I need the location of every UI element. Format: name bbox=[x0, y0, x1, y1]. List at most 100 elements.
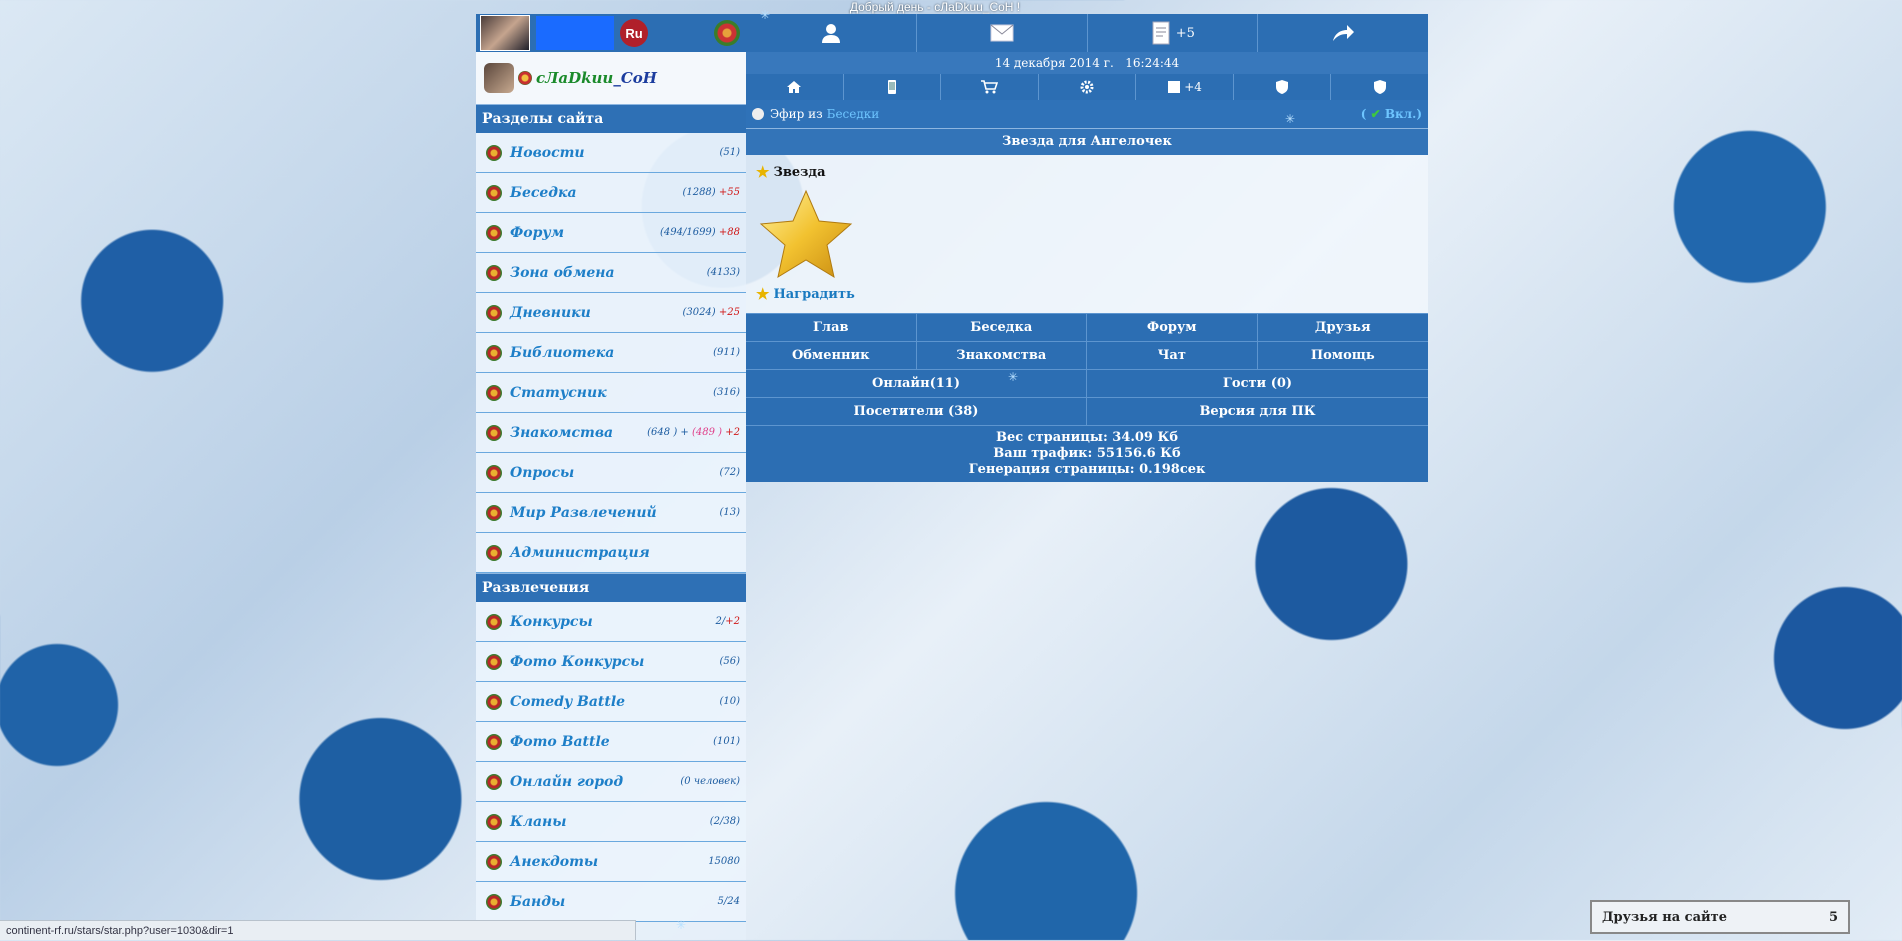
fun-label[interactable]: Фото Battle bbox=[510, 734, 610, 750]
list-item[interactable]: Банды 5/24 bbox=[476, 882, 746, 922]
list-item[interactable]: Дневники (3024) +25 bbox=[476, 293, 746, 333]
section-count: (494/1699) +88 bbox=[660, 227, 740, 238]
count-value: (911) bbox=[713, 347, 740, 358]
mail-button[interactable] bbox=[917, 14, 1088, 52]
list-item[interactable]: Беседка (1288) +55 bbox=[476, 173, 746, 213]
fun-label[interactable]: Анекдоты bbox=[510, 854, 598, 870]
air-link[interactable]: Беседки bbox=[827, 107, 880, 121]
fun-count: (2/38) bbox=[709, 816, 740, 827]
flower-icon bbox=[486, 813, 502, 830]
fun-label[interactable]: Онлайн город bbox=[510, 774, 623, 790]
nav-forum[interactable]: Форум bbox=[1087, 313, 1258, 341]
main-content: +5 14 декабря 2014 г. 16:24:44 +4 Эфир и… bbox=[746, 14, 1428, 482]
mail-count: +5 bbox=[1175, 25, 1195, 41]
fun-label[interactable]: Банды bbox=[510, 894, 565, 910]
fun-label[interactable]: Comedy Battle bbox=[510, 694, 625, 710]
air-toggle[interactable]: ( ✔ Вкл.) bbox=[1361, 107, 1422, 121]
flower-icon bbox=[486, 773, 502, 790]
sections-list: Новости (51) Беседка (1288) +55 Форум (494/… bbox=[476, 133, 746, 573]
shop-button[interactable] bbox=[941, 74, 1039, 100]
section-label[interactable]: Знакомства bbox=[510, 425, 613, 441]
avatar[interactable] bbox=[480, 15, 530, 51]
flower-icon bbox=[486, 424, 502, 441]
section-label[interactable]: Форум bbox=[510, 225, 564, 241]
count-value: (13) bbox=[719, 507, 740, 518]
nav-friends[interactable]: Друзья bbox=[1257, 313, 1428, 341]
mini-avatar[interactable] bbox=[484, 63, 514, 93]
reward-link[interactable]: ★ Наградить bbox=[756, 285, 855, 303]
count-value: (1288) bbox=[682, 187, 716, 198]
section-label[interactable]: Новости bbox=[510, 145, 585, 161]
section-count: (648 ) + (489 ) +2 bbox=[647, 427, 740, 438]
section-label[interactable]: Мир Развлечений bbox=[510, 505, 657, 521]
section-label[interactable]: Дневники bbox=[510, 305, 591, 321]
list-item[interactable]: Фото Конкурсы (56) bbox=[476, 642, 746, 682]
bouquet-icon[interactable] bbox=[714, 20, 740, 46]
big-star-icon bbox=[759, 189, 853, 279]
friends-online-widget[interactable]: Друзья на сайте 5 bbox=[1590, 900, 1850, 934]
fun-label[interactable]: Кланы bbox=[510, 814, 567, 830]
ru-badge-icon[interactable]: Ru bbox=[620, 19, 648, 47]
nav-exchange[interactable]: Обменник bbox=[746, 341, 917, 369]
nav-home[interactable]: Глав bbox=[746, 313, 917, 341]
list-item[interactable]: Опросы (72) bbox=[476, 453, 746, 493]
phone-button[interactable] bbox=[844, 74, 942, 100]
list-item[interactable]: Библиотека (911) bbox=[476, 333, 746, 373]
flower-icon bbox=[486, 693, 502, 710]
list-item[interactable]: Администрация bbox=[476, 533, 746, 573]
nav-online[interactable]: Онлайн(11) bbox=[746, 369, 1087, 397]
nav-dating[interactable]: Знакомства bbox=[916, 341, 1087, 369]
section-label[interactable]: Зона обмена bbox=[510, 265, 615, 281]
nav-help[interactable]: Помощь bbox=[1257, 341, 1428, 369]
section-label[interactable]: Беседка bbox=[510, 185, 577, 201]
nav-guests[interactable]: Гости (0) bbox=[1087, 369, 1428, 397]
notes-button[interactable]: +5 bbox=[1088, 14, 1259, 52]
list-item[interactable]: Анекдоты 15080 bbox=[476, 842, 746, 882]
section-label[interactable]: Библиотека bbox=[510, 345, 614, 361]
admin-shield-button[interactable] bbox=[1331, 74, 1428, 100]
profile-row[interactable]: cЛaDkuu_CoH bbox=[476, 52, 746, 104]
list-item[interactable]: Comedy Battle (10) bbox=[476, 682, 746, 722]
notes-count-button[interactable]: +4 bbox=[1136, 74, 1234, 100]
flower-icon bbox=[486, 733, 502, 750]
flower-icon bbox=[486, 853, 502, 870]
list-item[interactable]: Кланы (2/38) bbox=[476, 802, 746, 842]
fun-label[interactable]: Фото Конкурсы bbox=[510, 654, 644, 670]
profile-button[interactable] bbox=[746, 14, 917, 52]
username[interactable]: cЛaDkuu_CoH bbox=[536, 69, 657, 87]
shield-icon bbox=[1373, 80, 1386, 94]
home-button[interactable] bbox=[746, 74, 844, 100]
list-item[interactable]: Онлайн город (0 человек) bbox=[476, 762, 746, 802]
fun-label[interactable]: Конкурсы bbox=[510, 614, 593, 630]
check-icon: ✔ bbox=[1370, 107, 1381, 121]
section-label[interactable]: Опросы bbox=[510, 465, 574, 481]
air-prefix: Эфир из bbox=[770, 107, 823, 121]
user-banner[interactable] bbox=[536, 16, 614, 50]
nav-chatroom[interactable]: Чат bbox=[1087, 341, 1258, 369]
greeting-text: Добрый день - cЛaDkuu_CoH ! bbox=[849, 0, 1021, 14]
stat-traffic: Ваш трафик: 55156.6 Кб bbox=[993, 446, 1181, 461]
section-label[interactable]: Статусник bbox=[510, 385, 607, 401]
snowflake-icon: ✳ bbox=[760, 8, 771, 22]
flower-icon bbox=[486, 144, 502, 161]
shield-button[interactable] bbox=[1234, 74, 1332, 100]
nav-chat[interactable]: Беседка bbox=[916, 313, 1087, 341]
list-item[interactable]: Фото Battle (101) bbox=[476, 722, 746, 762]
nav-pc-version[interactable]: Версия для ПК bbox=[1087, 397, 1428, 425]
time-text: 16:24:44 bbox=[1125, 56, 1180, 70]
share-button[interactable] bbox=[1258, 14, 1428, 52]
settings-button[interactable] bbox=[1039, 74, 1137, 100]
list-item[interactable]: Статусник (316) bbox=[476, 373, 746, 413]
star-heading: ★ Звезда bbox=[756, 163, 826, 181]
list-item[interactable]: Форум (494/1699) +88 bbox=[476, 213, 746, 253]
nav-visitors[interactable]: Посетители (38) bbox=[746, 397, 1087, 425]
list-item[interactable]: Мир Развлечений (13) bbox=[476, 493, 746, 533]
count-value: (494/1699) bbox=[659, 227, 716, 238]
section-count: (316) bbox=[713, 387, 740, 398]
list-item[interactable]: Новости (51) bbox=[476, 133, 746, 173]
list-item[interactable]: Знакомства (648 ) + (489 ) +2 bbox=[476, 413, 746, 453]
section-label[interactable]: Администрация bbox=[510, 545, 650, 561]
fun-count: 15080 bbox=[708, 856, 740, 867]
list-item[interactable]: Конкурсы 2/+2 bbox=[476, 602, 746, 642]
list-item[interactable]: Зона обмена (4133) bbox=[476, 253, 746, 293]
